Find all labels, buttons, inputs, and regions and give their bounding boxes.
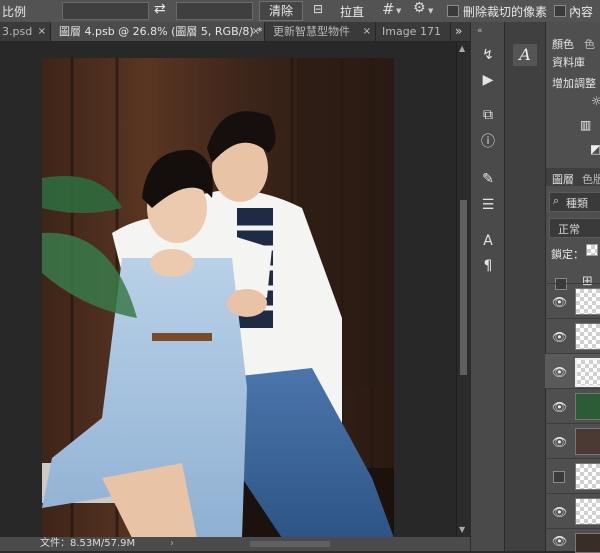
history-icon[interactable]: ↯ <box>479 46 497 64</box>
filter-kind-label: 種類 <box>566 197 588 210</box>
paragraph-icon[interactable]: ¶ <box>479 257 497 275</box>
document-tabs: 3.psd × 圖層 4.psb @ 26.8% (圖層 5, RGB/8) *… <box>0 22 470 42</box>
eye-icon[interactable]: 👁 <box>552 330 567 344</box>
delete-cropped-label: 刪除裁切的像素 <box>463 5 548 19</box>
eye-icon[interactable]: 👁 <box>552 400 567 414</box>
layer-thumbnail <box>575 498 600 525</box>
visibility-off-checkbox[interactable] <box>553 471 565 483</box>
straighten-button[interactable]: 拉直 <box>340 3 364 20</box>
layer-row[interactable]: 👁 <box>545 423 600 458</box>
eye-icon[interactable]: 👁 <box>552 505 567 519</box>
layer-row[interactable]: 👁 <box>545 493 600 528</box>
ratio-label: 比例 <box>2 5 27 19</box>
layer-row[interactable]: 👁 <box>545 318 600 353</box>
tab-libraries[interactable]: 資料庫 <box>552 54 585 70</box>
layer-thumbnail <box>575 428 600 455</box>
tab-layers[interactable]: 圖層 <box>552 171 574 187</box>
layer-thumbnail <box>575 533 600 553</box>
straighten-icon[interactable]: ⊟ <box>313 2 323 16</box>
tab-label: 圖層 4.psb @ 26.8% (圖層 5, RGB/8) * <box>59 25 263 38</box>
scroll-down-icon[interactable]: ▼ <box>459 525 465 534</box>
layer-comps-icon[interactable]: ⧉ <box>479 106 497 124</box>
close-icon[interactable]: × <box>363 22 371 41</box>
grid-overlay-icon[interactable]: # <box>382 0 395 18</box>
eye-icon[interactable]: 👁 <box>552 435 567 449</box>
eye-icon[interactable]: 👁 <box>552 365 567 379</box>
status-bar: 文件：8.53M/57.9M › <box>0 537 470 551</box>
tab-label: 更新智慧型物件 <box>273 25 350 38</box>
glyphs-icon[interactable]: A <box>513 44 537 66</box>
layer-thumbnail <box>575 393 600 420</box>
scroll-thumb[interactable] <box>460 200 467 375</box>
tab-color[interactable]: 顏色 <box>552 36 574 52</box>
properties-icon[interactable]: ☰ <box>479 196 497 214</box>
tab-color2[interactable]: 色 <box>584 36 595 52</box>
exposure-icon[interactable]: ◩ <box>590 142 600 156</box>
tab-label: Image 171 <box>382 25 441 38</box>
file-size-status: 文件：8.53M/57.9M <box>40 538 136 549</box>
layer-thumbnail <box>575 463 600 490</box>
swap-icon[interactable]: ⇄ <box>154 1 166 17</box>
close-icon[interactable]: × <box>38 22 46 41</box>
tabs-overflow-icon[interactable]: » <box>455 24 462 38</box>
options-bar: 比例 ⇄ 清除 ⊟ 拉直 # ▼ ⚙ ▼ 刪除裁切的像素 內容感 <box>0 0 600 36</box>
chevron-down-icon[interactable]: ▼ <box>428 7 433 15</box>
tab-update-smart-object[interactable]: 更新智慧型物件 × <box>265 22 376 41</box>
photo-couple-image <box>42 58 394 538</box>
tab-channels[interactable]: 色版 <box>582 171 600 187</box>
status-menu-icon[interactable]: › <box>170 537 174 551</box>
content-aware-checkbox[interactable] <box>554 5 566 17</box>
layer-row[interactable]: 👁 <box>545 283 600 318</box>
tab-label: 3.psd <box>2 25 33 38</box>
character-icon[interactable]: A <box>479 232 497 250</box>
tab-layer-4-psb[interactable]: 圖層 4.psb @ 26.8% (圖層 5, RGB/8) * × <box>51 22 265 41</box>
scroll-up-icon[interactable]: ▲ <box>459 44 465 53</box>
brush-icon[interactable]: ✎ <box>479 170 497 188</box>
width-field[interactable] <box>62 2 149 20</box>
layer-thumbnail <box>575 323 600 350</box>
delete-cropped-checkbox[interactable] <box>447 5 459 17</box>
gear-icon[interactable]: ⚙ <box>413 0 426 16</box>
lock-label: 鎖定： <box>551 248 584 261</box>
vertical-scrollbar[interactable]: ▲ ▼ <box>456 42 469 537</box>
eye-icon[interactable]: 👁 <box>552 295 567 309</box>
chevron-down-icon[interactable]: ▼ <box>396 7 401 15</box>
blend-mode-dropdown[interactable]: 正常 <box>549 218 600 238</box>
layer-row[interactable]: 👁 <box>545 388 600 423</box>
panel-icon-strip: « ↯ ▶ ⧉ ⓘ ✎ ☰ A ¶ <box>470 22 504 551</box>
layer-thumbnail <box>575 358 600 387</box>
info-icon[interactable]: ⓘ <box>479 133 497 151</box>
clear-button[interactable]: 清除 <box>259 1 303 21</box>
height-field[interactable] <box>176 2 253 20</box>
canvas-area[interactable] <box>0 42 456 538</box>
adjustments-title: 增加調整 <box>552 77 596 90</box>
horizontal-scroll-thumb[interactable] <box>250 541 330 547</box>
collapse-icon[interactable]: « <box>477 26 483 36</box>
search-icon: ⌕ <box>553 194 560 207</box>
levels-icon[interactable]: ▥ <box>580 118 591 132</box>
lock-transparent-icon[interactable] <box>586 244 598 256</box>
play-action-icon[interactable]: ▶ <box>479 71 497 89</box>
blend-mode-label: 正常 <box>558 223 580 236</box>
layer-filter-dropdown[interactable]: ⌕ 種類 <box>549 192 600 212</box>
eye-icon[interactable]: 👁 <box>552 534 567 548</box>
collapsed-panel-strip: A <box>504 22 545 551</box>
brightness-icon[interactable]: ☼ <box>591 94 600 108</box>
close-icon[interactable]: × <box>252 22 260 41</box>
layer-row[interactable]: 👁 <box>545 528 600 553</box>
tab-image-171[interactable]: Image 171 <box>376 22 451 41</box>
layer-row-selected[interactable]: 👁 <box>545 353 600 388</box>
layer-thumbnail <box>575 288 600 315</box>
tab-3-psd[interactable]: 3.psd × <box>0 22 51 41</box>
layer-row[interactable] <box>545 458 600 493</box>
